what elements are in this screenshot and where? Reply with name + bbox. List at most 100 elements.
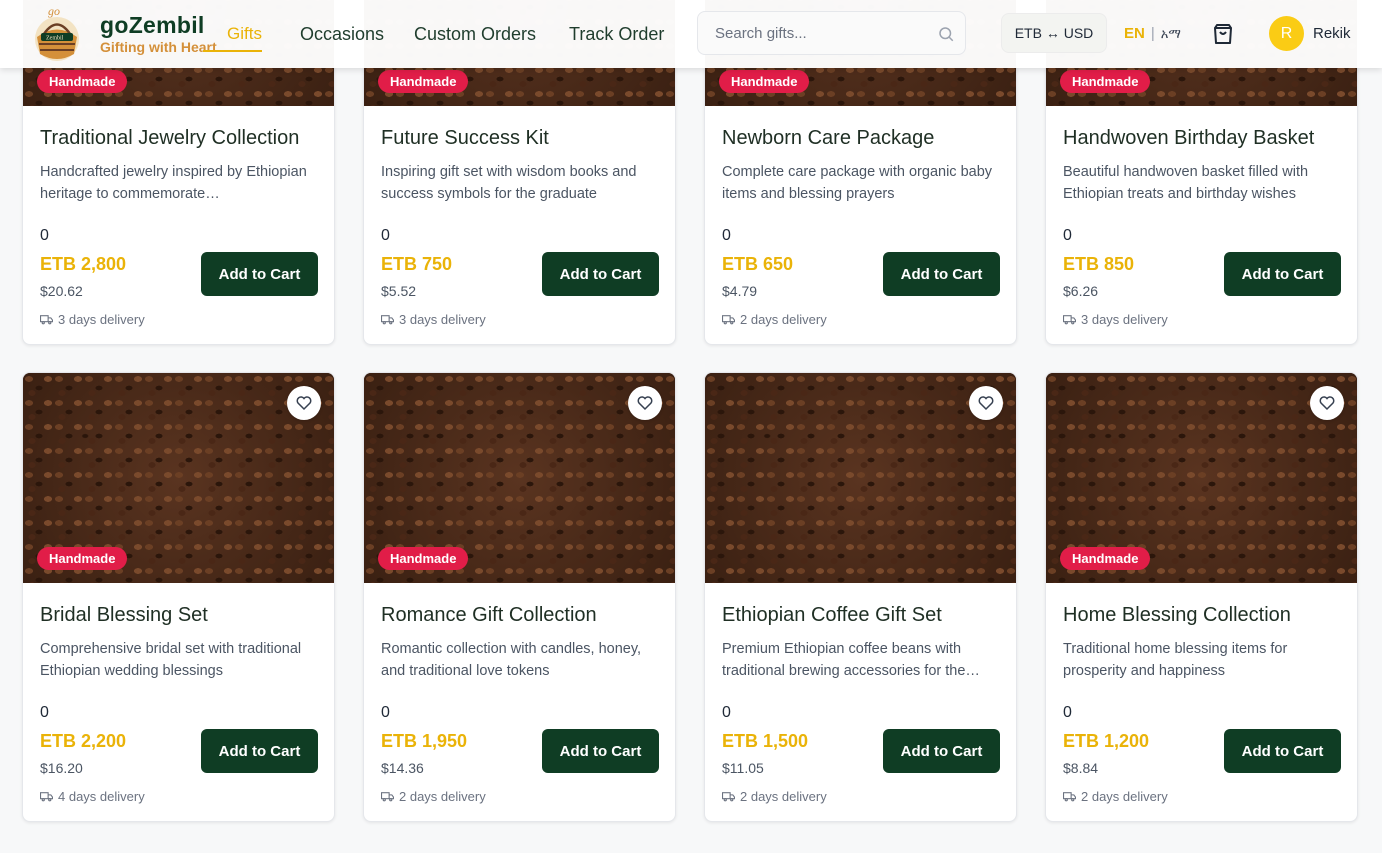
- nav-custom-orders[interactable]: Custom Orders: [414, 22, 536, 46]
- product-description: Comprehensive bridal set with traditiona…: [40, 641, 302, 679]
- product-description: Premium Ethiopian coffee beans with trad…: [722, 641, 980, 679]
- price-usd: $4.79: [722, 283, 758, 299]
- user-avatar[interactable]: R: [1269, 16, 1304, 51]
- product-image[interactable]: Handmade: [23, 373, 334, 583]
- price-usd: $11.05: [722, 760, 764, 776]
- product-image[interactable]: [705, 373, 1016, 583]
- truck-icon: [1063, 792, 1076, 802]
- product-title[interactable]: Romance Gift Collection: [381, 603, 658, 627]
- truck-icon: [381, 315, 394, 325]
- product-title[interactable]: Handwoven Birthday Basket: [1063, 126, 1340, 150]
- lang-separator: |: [1150, 25, 1155, 42]
- product-card[interactable]: Handmade Romance Gift Collection Romantic …: [363, 372, 676, 822]
- nav-gifts[interactable]: Gifts: [203, 22, 262, 52]
- truck-icon: [722, 792, 735, 802]
- product-image[interactable]: Handmade: [364, 373, 675, 583]
- add-to-cart-button[interactable]: Add to Cart: [201, 252, 318, 296]
- wishlist-heart-icon[interactable]: [287, 386, 321, 420]
- add-to-cart-button[interactable]: Add to Cart: [1224, 729, 1341, 773]
- product-title[interactable]: Home Blessing Collection: [1063, 603, 1340, 627]
- user-name[interactable]: Rekik: [1313, 25, 1351, 42]
- product-description: Romantic collection with candles, honey,…: [381, 641, 642, 679]
- delivery-text: 2 days delivery: [399, 789, 486, 804]
- delivery-info: 2 days delivery: [722, 312, 827, 327]
- nav-track-order[interactable]: Track Order: [569, 22, 664, 46]
- lang-am-option[interactable]: አማ: [1161, 26, 1181, 41]
- delivery-text: 3 days delivery: [58, 312, 145, 327]
- add-to-cart-button[interactable]: Add to Cart: [542, 252, 659, 296]
- product-description: Beautiful handwoven basket filled with E…: [1063, 164, 1309, 202]
- delivery-info: 2 days delivery: [722, 789, 827, 804]
- handmade-badge: Handmade: [37, 547, 128, 570]
- handmade-badge: Handmade: [378, 547, 469, 570]
- product-rating: 0: [381, 704, 390, 721]
- handmade-badge: Handmade: [1060, 547, 1151, 570]
- shopping-bag-icon[interactable]: [1211, 22, 1235, 46]
- product-description: Traditional home blessing items for pros…: [1063, 641, 1288, 679]
- product-image[interactable]: Handmade: [1046, 373, 1357, 583]
- price-etb: ETB 650: [722, 254, 794, 274]
- add-to-cart-button[interactable]: Add to Cart: [542, 729, 659, 773]
- language-switcher: EN | አማ: [1124, 25, 1181, 43]
- delivery-info: 3 days delivery: [1063, 312, 1168, 327]
- price-usd: $14.36: [381, 760, 424, 776]
- lang-en-option[interactable]: EN: [1124, 25, 1145, 42]
- product-title[interactable]: Future Success Kit: [381, 126, 658, 150]
- product-card[interactable]: Handmade Bridal Blessing Set Comprehensive…: [22, 372, 335, 822]
- delivery-info: 3 days delivery: [381, 312, 486, 327]
- product-card[interactable]: Handmade Home Blessing Collection Traditio…: [1045, 372, 1358, 822]
- currency-toggle-button[interactable]: ETB ↔ USD: [1001, 13, 1107, 53]
- price-etb: ETB 1,950: [381, 731, 468, 751]
- svg-text:go: go: [48, 4, 60, 18]
- price-etb: ETB 850: [1063, 254, 1135, 274]
- add-to-cart-button[interactable]: Add to Cart: [883, 729, 1000, 773]
- price-usd: $16.20: [40, 760, 83, 776]
- wishlist-heart-icon[interactable]: [1310, 386, 1344, 420]
- price-usd: $20.62: [40, 283, 83, 299]
- delivery-info: 2 days delivery: [1063, 789, 1168, 804]
- top-navbar: go Zembil goZembil Gifting with Heart Gi…: [0, 0, 1382, 68]
- brand-tagline: Gifting with Heart: [100, 39, 217, 55]
- search-box: [697, 11, 966, 55]
- product-title[interactable]: Traditional Jewelry Collection: [40, 126, 317, 150]
- price-usd: $5.52: [381, 283, 417, 299]
- wishlist-heart-icon[interactable]: [969, 386, 1003, 420]
- brand-name: goZembil: [100, 12, 205, 38]
- gozembil-logo[interactable]: go Zembil: [32, 4, 82, 62]
- price-usd: $8.84: [1063, 760, 1099, 776]
- price-etb: ETB 2,800: [40, 254, 127, 274]
- product-title[interactable]: Ethiopian Coffee Gift Set: [722, 603, 999, 627]
- price-etb: ETB 1,200: [1063, 731, 1150, 751]
- delivery-text: 2 days delivery: [740, 312, 827, 327]
- handmade-badge: Handmade: [719, 70, 810, 93]
- truck-icon: [381, 792, 394, 802]
- product-title[interactable]: Newborn Care Package: [722, 126, 999, 150]
- delivery-text: 2 days delivery: [740, 789, 827, 804]
- handmade-badge: Handmade: [37, 70, 128, 93]
- wishlist-heart-icon[interactable]: [628, 386, 662, 420]
- product-rating: 0: [40, 227, 49, 244]
- handmade-badge: Handmade: [1060, 70, 1151, 93]
- nav-occasions[interactable]: Occasions: [300, 22, 384, 46]
- product-title[interactable]: Bridal Blessing Set: [40, 603, 317, 627]
- search-input[interactable]: [698, 12, 918, 54]
- brand[interactable]: goZembil Gifting with Heart: [100, 12, 217, 56]
- price-etb: ETB 1,500: [722, 731, 809, 751]
- price-etb: ETB 2,200: [40, 731, 127, 751]
- truck-icon: [40, 792, 53, 802]
- product-rating: 0: [381, 227, 390, 244]
- add-to-cart-button[interactable]: Add to Cart: [1224, 252, 1341, 296]
- search-icon[interactable]: [937, 25, 955, 43]
- product-description: Inspiring gift set with wisdom books and…: [381, 164, 637, 202]
- add-to-cart-button[interactable]: Add to Cart: [883, 252, 1000, 296]
- add-to-cart-button[interactable]: Add to Cart: [201, 729, 318, 773]
- delivery-info: 3 days delivery: [40, 312, 145, 327]
- svg-text:Zembil: Zembil: [46, 36, 64, 42]
- product-description: Complete care package with organic baby …: [722, 164, 993, 202]
- delivery-text: 3 days delivery: [1081, 312, 1168, 327]
- handmade-badge: Handmade: [378, 70, 469, 93]
- product-card[interactable]: Ethiopian Coffee Gift Set Premium Ethiopi…: [704, 372, 1017, 822]
- product-description: Handcrafted jewelry inspired by Ethiopia…: [40, 164, 307, 202]
- truck-icon: [722, 315, 735, 325]
- truck-icon: [40, 315, 53, 325]
